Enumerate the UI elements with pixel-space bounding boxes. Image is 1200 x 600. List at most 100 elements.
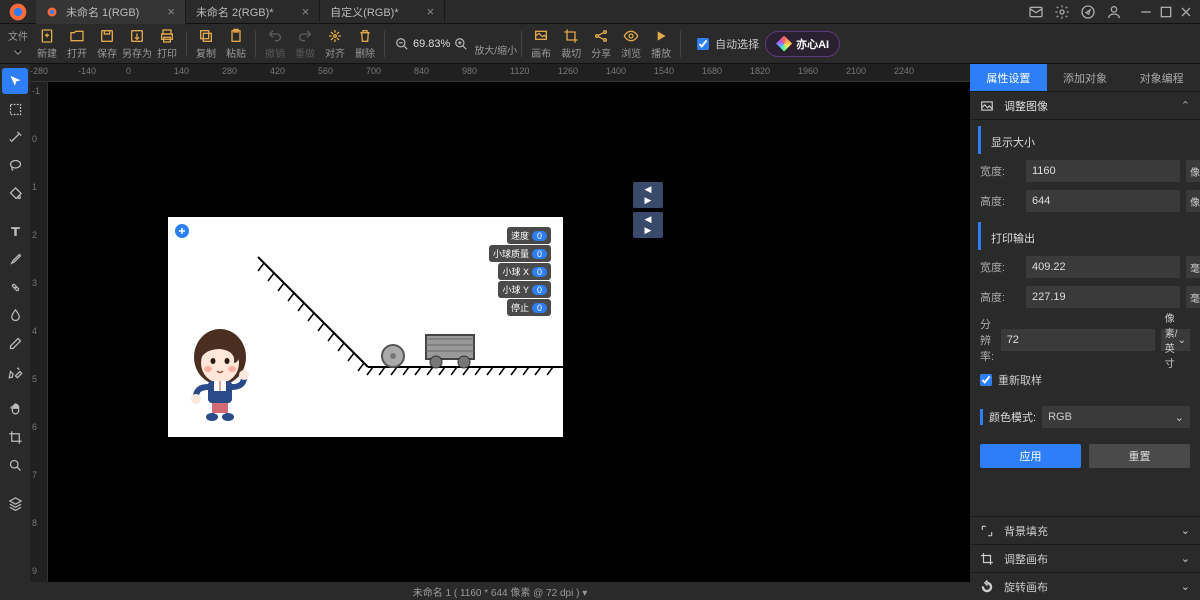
doc-tab-2[interactable]: 未命名 2(RGB)* × <box>186 0 320 24</box>
float-control-1[interactable]: ◀ ▶ <box>633 182 663 208</box>
share-button[interactable]: 分享 <box>586 25 616 63</box>
colormode-select[interactable]: RGB⌄ <box>1042 406 1190 428</box>
maximize-icon[interactable] <box>1158 4 1174 20</box>
right-panel: 属性设置 添加对象 对象编程 调整图像 ⌃ 显示大小 宽度: 像素 高度: 像素… <box>970 64 1200 600</box>
section-adjust-canvas[interactable]: 调整画布⌄ <box>970 544 1200 572</box>
align-button[interactable]: 对齐 <box>320 25 350 63</box>
user-icon[interactable] <box>1106 4 1122 20</box>
dodge-tool[interactable] <box>2 452 28 478</box>
app-logo-icon <box>8 2 28 22</box>
canvas-area[interactable]: ◀ ▶ ◀ ▶ <box>48 82 970 582</box>
colormode-label: 颜色模式: <box>980 409 1036 425</box>
floating-controls: ◀ ▶ ◀ ▶ <box>633 182 663 242</box>
zoom-out-icon[interactable] <box>395 37 409 51</box>
resample-checkbox[interactable] <box>980 374 992 386</box>
compass-icon[interactable] <box>1080 4 1096 20</box>
gear-icon[interactable] <box>1054 4 1070 20</box>
doc-tab-1[interactable]: 未命名 1(RGB) × <box>36 0 186 24</box>
play-button[interactable]: 播放 <box>646 25 676 63</box>
fill-tool[interactable] <box>2 180 28 206</box>
print-width-input[interactable] <box>1026 256 1180 278</box>
param-speed[interactable]: 速度0 <box>507 227 551 244</box>
param-ballx[interactable]: 小球 X0 <box>498 263 551 280</box>
section-bg-fill[interactable]: 背景填充⌄ <box>970 516 1200 544</box>
close-icon[interactable]: × <box>302 4 310 19</box>
marquee-tool[interactable] <box>2 96 28 122</box>
move-tool[interactable] <box>2 68 28 94</box>
param-bally[interactable]: 小球 Y0 <box>498 281 551 298</box>
zoom-control[interactable]: 69.83% <box>389 37 474 51</box>
chevron-up-icon: ⌃ <box>1181 99 1190 112</box>
crop-tool[interactable] <box>2 424 28 450</box>
new-button[interactable]: 新建 <box>32 25 62 63</box>
browse-button[interactable]: 浏览 <box>616 25 646 63</box>
crop-button[interactable]: 裁切 <box>556 25 586 63</box>
smudge-tool[interactable] <box>2 302 28 328</box>
tab-add-object[interactable]: 添加对象 <box>1047 64 1124 91</box>
file-menu[interactable]: 文件 <box>4 25 32 63</box>
doc-tab-3[interactable]: 自定义(RGB)* × <box>320 0 445 24</box>
width-input[interactable] <box>1026 160 1180 182</box>
save-button[interactable]: 保存 <box>92 25 122 63</box>
status-text: 未命名 1 ( 1160 * 644 像素 @ 72 dpi ) ▾ <box>413 584 588 599</box>
copy-button[interactable]: 复制 <box>191 25 221 63</box>
apply-button[interactable]: 应用 <box>980 444 1081 468</box>
layers-tool[interactable] <box>2 490 28 516</box>
open-button[interactable]: 打开 <box>62 25 92 63</box>
expand-icon <box>980 524 994 538</box>
param-stop[interactable]: 停止0 <box>507 299 551 316</box>
mail-icon[interactable] <box>1028 4 1044 20</box>
undo-button[interactable]: 撤销 <box>260 25 290 63</box>
main-toolbar: 文件 新建 打开 保存 另存为 打印 复制 粘贴 撤销 重做 对齐 删除 69.… <box>0 24 1200 64</box>
print-height-label: 高度: <box>980 289 1020 305</box>
text-tool[interactable] <box>2 218 28 244</box>
print-button[interactable]: 打印 <box>152 25 182 63</box>
zoom-in-icon[interactable] <box>454 37 468 51</box>
brush-tool[interactable] <box>2 246 28 272</box>
saveas-button[interactable]: 另存为 <box>122 25 152 63</box>
eraser-tool[interactable] <box>2 330 28 356</box>
status-bar: 未命名 1 ( 1160 * 644 像素 @ 72 dpi ) ▾ <box>30 582 970 600</box>
param-mass[interactable]: 小球质量0 <box>489 245 551 262</box>
print-width-unit[interactable]: 毫米⌄ <box>1186 256 1200 278</box>
chevron-down-icon: ⌄ <box>1181 580 1190 593</box>
resolution-input[interactable] <box>1001 329 1155 351</box>
height-input[interactable] <box>1026 190 1180 212</box>
close-window-icon[interactable] <box>1178 4 1194 20</box>
section-rotate-canvas[interactable]: 旋转画布⌄ <box>970 572 1200 600</box>
heal-tool[interactable] <box>2 274 28 300</box>
close-icon[interactable]: × <box>167 4 175 19</box>
print-height-input[interactable] <box>1026 286 1180 308</box>
redo-button[interactable]: 重做 <box>290 25 320 63</box>
tab-label: 未命名 2(RGB)* <box>196 4 274 20</box>
zoom-value: 69.83% <box>413 38 450 50</box>
minimize-icon[interactable] <box>1138 4 1154 20</box>
rotate-icon <box>980 580 994 594</box>
float-control-2[interactable]: ◀ ▶ <box>633 212 663 238</box>
lasso-tool[interactable] <box>2 152 28 178</box>
tab-scripting[interactable]: 对象编程 <box>1123 64 1200 91</box>
resolution-unit[interactable]: 像素/英寸⌄ <box>1161 329 1190 351</box>
height-unit: 像素 <box>1186 190 1200 212</box>
zoom-label: 放大/缩小 <box>474 42 517 57</box>
close-icon[interactable]: × <box>427 4 435 19</box>
canvas-button[interactable]: 画布 <box>526 25 556 63</box>
chevron-down-icon: ⌄ <box>1175 411 1184 424</box>
print-height-unit[interactable]: 毫米⌄ <box>1186 286 1200 308</box>
auto-select-checkbox[interactable] <box>697 38 709 50</box>
delete-button[interactable]: 删除 <box>350 25 380 63</box>
tab-properties[interactable]: 属性设置 <box>970 64 1047 91</box>
hand-tool[interactable] <box>2 396 28 422</box>
crop-icon <box>980 552 994 566</box>
canvas-document[interactable]: 速度0 小球质量0 小球 X0 小球 Y0 停止0 <box>168 217 563 437</box>
wand-tool[interactable] <box>2 124 28 150</box>
tab-label: 自定义(RGB)* <box>330 4 398 20</box>
reset-button[interactable]: 重置 <box>1089 444 1190 468</box>
auto-select-label: 自动选择 <box>715 36 759 52</box>
pen-tool[interactable] <box>2 358 28 384</box>
paste-button[interactable]: 粘贴 <box>221 25 251 63</box>
chevron-down-icon: ⌄ <box>1181 524 1190 537</box>
section-adjust-image[interactable]: 调整图像 ⌃ <box>970 92 1200 120</box>
ai-badge[interactable]: 亦心AI <box>765 31 840 57</box>
tab-label: 未命名 1(RGB) <box>66 4 139 20</box>
